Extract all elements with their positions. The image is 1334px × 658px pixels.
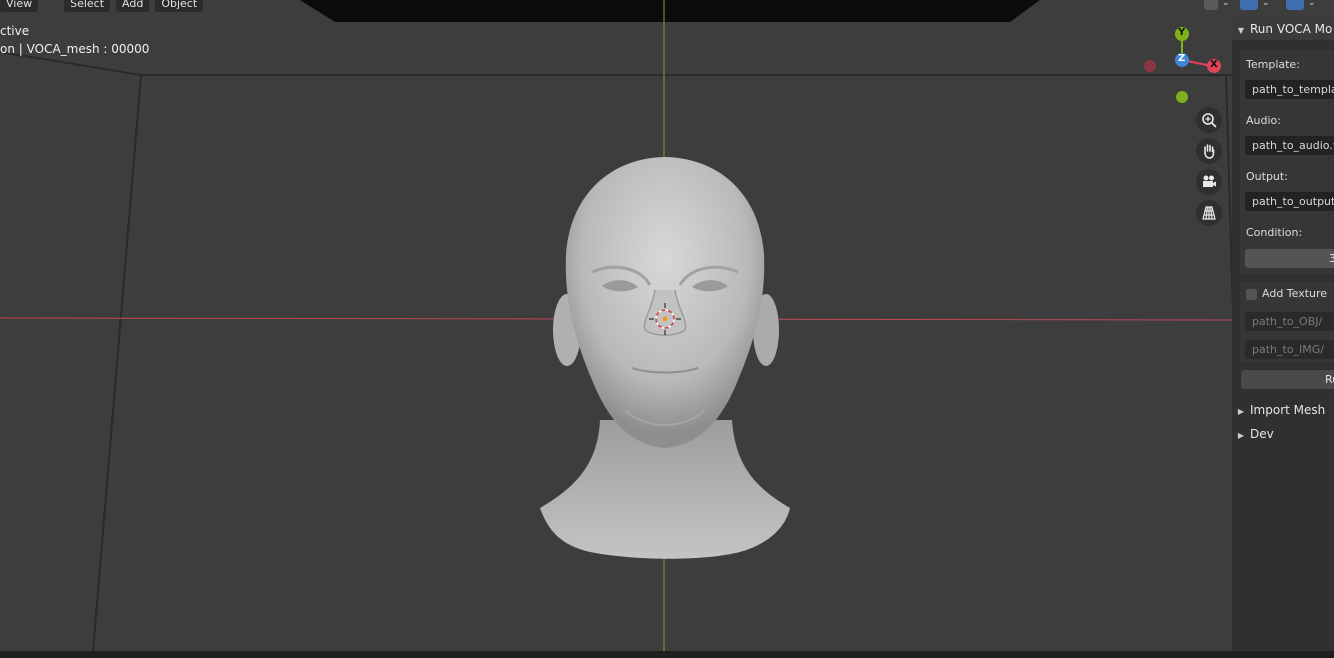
import-mesh-panel-header[interactable]: ▶ Import Mesh bbox=[1232, 400, 1334, 420]
template-label: Template: bbox=[1246, 58, 1300, 71]
perspective-toggle-button[interactable] bbox=[1196, 200, 1222, 226]
voca-head-mesh bbox=[540, 157, 790, 559]
menu-select[interactable]: Select bbox=[64, 0, 111, 12]
condition-field[interactable]: 3 bbox=[1245, 249, 1334, 268]
chevron-down-icon[interactable]: ⌄ bbox=[1222, 0, 1230, 8]
3d-viewport[interactable]: Y Z X View Select Add Object ⌄ ⌄ ⌄ ctive… bbox=[0, 0, 1334, 658]
sidebar-panel: ▼ Run VOCA Mo Template: path_to_templat A… bbox=[1232, 18, 1334, 658]
add-texture-checkbox[interactable] bbox=[1246, 289, 1257, 300]
viewport-scene bbox=[0, 0, 1244, 652]
pan-hand-icon bbox=[1204, 144, 1215, 159]
audio-path-field[interactable]: path_to_audio.w bbox=[1245, 136, 1334, 155]
output-label: Output: bbox=[1246, 170, 1288, 183]
gizmo-y-label[interactable]: Y bbox=[1178, 27, 1185, 38]
add-texture-label[interactable]: Add Texture bbox=[1262, 287, 1327, 300]
condition-label: Condition: bbox=[1246, 226, 1303, 239]
camera-icon bbox=[1203, 175, 1216, 187]
template-path-field[interactable]: path_to_templat bbox=[1245, 80, 1334, 99]
menu-view[interactable]: View bbox=[0, 0, 39, 12]
viewport-object-info: on | VOCA_mesh : 00000 bbox=[0, 42, 150, 56]
audio-label: Audio: bbox=[1246, 114, 1281, 127]
gizmo-toggle-icon[interactable] bbox=[1240, 0, 1258, 10]
import-mesh-label: Import Mesh bbox=[1250, 403, 1326, 417]
header-right-icons: ⌄ ⌄ ⌄ bbox=[1200, 0, 1334, 12]
panel-title: Run VOCA Mo bbox=[1250, 22, 1333, 36]
zoom-button[interactable] bbox=[1196, 107, 1222, 133]
collapsed-triangle-icon: ▶ bbox=[1237, 407, 1245, 416]
overlay-toggle-icon[interactable] bbox=[1286, 0, 1304, 10]
run-voca-inputs-box: Template: path_to_templat Audio: path_to… bbox=[1240, 50, 1334, 274]
camera-frustum-top bbox=[300, 0, 1040, 22]
gizmo-neg-x-circle bbox=[1144, 60, 1156, 72]
gizmo-neg-y-circle bbox=[1176, 91, 1188, 103]
chevron-down-icon[interactable]: ⌄ bbox=[1308, 0, 1316, 8]
img-path-field[interactable]: path_to_IMG/ bbox=[1245, 340, 1334, 359]
gizmo-z-label[interactable]: Z bbox=[1178, 53, 1185, 64]
run-voca-panel-header[interactable]: ▼ Run VOCA Mo bbox=[1232, 18, 1334, 40]
add-texture-box: Add Texture path_to_OBJ/ path_to_IMG/ bbox=[1240, 282, 1334, 362]
timeline-strip[interactable] bbox=[0, 651, 1334, 658]
dev-label: Dev bbox=[1250, 427, 1274, 441]
run-button[interactable]: Ru bbox=[1241, 370, 1334, 389]
header-menu: View Select Add Object bbox=[0, 0, 209, 12]
obj-path-field[interactable]: path_to_OBJ/ bbox=[1245, 312, 1334, 331]
dev-panel-header[interactable]: ▶ Dev bbox=[1232, 424, 1334, 444]
expand-triangle-icon: ▼ bbox=[1237, 26, 1245, 35]
zoom-icon bbox=[1202, 113, 1217, 128]
menu-object[interactable]: Object bbox=[155, 0, 204, 12]
menu-add[interactable]: Add bbox=[116, 0, 150, 12]
viewport-mode-text: ctive bbox=[0, 24, 30, 38]
pan-button[interactable] bbox=[1196, 138, 1222, 164]
viewport-shading-icon[interactable] bbox=[1204, 0, 1218, 10]
gizmo-x-label[interactable]: X bbox=[1210, 59, 1218, 70]
collapsed-triangle-icon: ▶ bbox=[1237, 431, 1245, 440]
camera-view-button[interactable] bbox=[1196, 169, 1222, 195]
chevron-down-icon[interactable]: ⌄ bbox=[1262, 0, 1270, 8]
grid-perspective-icon bbox=[1202, 206, 1216, 220]
output-path-field[interactable]: path_to_output_r bbox=[1245, 192, 1334, 211]
